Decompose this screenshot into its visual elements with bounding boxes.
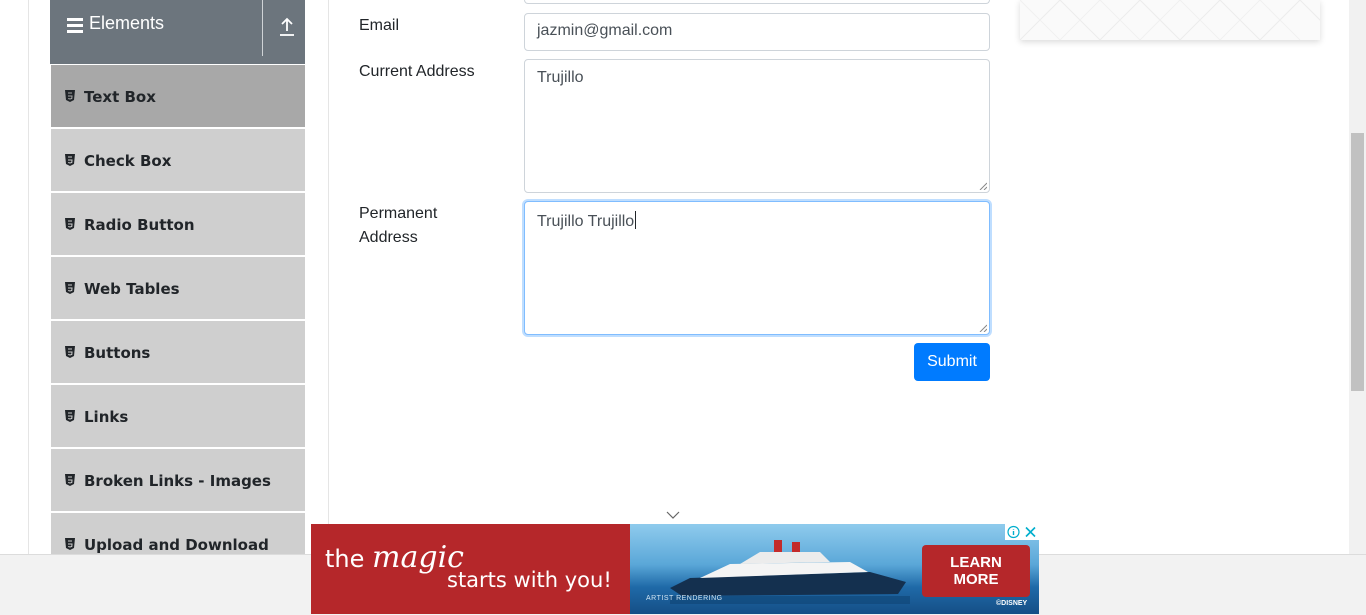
html5-icon	[65, 90, 75, 102]
html5-icon	[65, 154, 75, 166]
html5-icon	[65, 346, 75, 358]
email-field[interactable]: jazmin@gmail.com	[524, 13, 990, 51]
hamburger-icon	[67, 18, 83, 33]
sidebar-item-radio-button[interactable]: Radio Button	[51, 193, 305, 257]
sidebar-item-links[interactable]: Links	[51, 385, 305, 449]
ad-left-panel: the magic starts with you!	[311, 524, 630, 614]
sidebar-item-upload-download[interactable]: Upload and Download	[51, 513, 305, 554]
learn-more-line2: MORE	[953, 571, 999, 588]
email-label: Email	[359, 17, 400, 34]
elements-group-header[interactable]: Elements	[50, 0, 305, 65]
header-divider	[262, 0, 263, 56]
resize-grip-icon[interactable]	[979, 182, 987, 190]
sidebar-item-check-box[interactable]: Check Box	[51, 129, 305, 193]
current-address-value: Trujillo	[537, 69, 584, 86]
sidebar-item-label: Radio Button	[84, 216, 195, 234]
page-scrollbar[interactable]	[1349, 0, 1366, 554]
ad-headline-pre: the	[325, 545, 365, 573]
text-caret	[635, 211, 637, 229]
page-divider-left	[28, 0, 29, 554]
full-name-field-edge[interactable]	[524, 0, 990, 4]
ad-info-icon[interactable]	[1005, 524, 1022, 540]
submit-button[interactable]: Submit	[914, 343, 990, 381]
pattern-graphic	[1020, 0, 1320, 40]
ad-banner[interactable]: the magic starts with you! ARTIST RENDER…	[311, 524, 1039, 614]
ad-close-icon[interactable]	[1022, 524, 1039, 540]
permanent-address-label: Permanent Address	[359, 202, 437, 250]
learn-more-button[interactable]: LEARN MORE	[922, 545, 1030, 597]
content-divider	[328, 0, 329, 554]
sidebar-item-label: Text Box	[84, 88, 156, 106]
current-address-label: Current Address	[359, 63, 475, 80]
sidebar-item-label: Broken Links - Images	[84, 472, 271, 490]
scrollbar-thumb[interactable]	[1351, 133, 1364, 391]
sidebar-item-label: Web Tables	[84, 280, 180, 298]
sidebar-item-buttons[interactable]: Buttons	[51, 321, 305, 385]
upload-arrow-icon[interactable]	[278, 16, 296, 38]
ad-subline: starts with you!	[447, 568, 612, 592]
chevron-down-icon[interactable]	[666, 510, 680, 520]
sidebar-item-web-tables[interactable]: Web Tables	[51, 257, 305, 321]
html5-icon	[65, 282, 75, 294]
permanent-address-label-line1: Permanent	[359, 205, 438, 222]
permanent-address-value: Trujillo Trujillo	[537, 213, 635, 230]
html5-icon	[65, 218, 75, 230]
group-title: Elements	[89, 13, 165, 33]
sidebar-item-label: Check Box	[84, 152, 172, 170]
permanent-address-field[interactable]: Trujillo Trujillo	[524, 201, 990, 335]
ad-right-panel: ARTIST RENDERING LEARN MORE ©DISNEY	[630, 524, 1039, 614]
html5-icon	[65, 538, 75, 550]
ad-headline: the magic	[325, 540, 464, 575]
side-ad-card	[1020, 0, 1320, 40]
sidebar: Elements Text Box Check Box Radio Button…	[50, 0, 305, 554]
sidebar-item-label: Buttons	[84, 344, 151, 362]
permanent-address-label-line2: Address	[359, 229, 418, 246]
html5-icon	[65, 474, 75, 486]
sidebar-item-broken-links[interactable]: Broken Links - Images	[51, 449, 305, 513]
learn-more-line1: LEARN	[950, 554, 1002, 571]
ad-brand: ©DISNEY	[996, 600, 1028, 607]
html5-icon	[65, 410, 75, 422]
email-value: jazmin@gmail.com	[537, 22, 673, 39]
resize-grip-icon[interactable]	[979, 324, 987, 332]
ad-artist-note: ARTIST RENDERING	[646, 595, 723, 602]
sidebar-item-label: Upload and Download	[84, 536, 269, 554]
current-address-field[interactable]: Trujillo	[524, 59, 990, 193]
sidebar-item-text-box[interactable]: Text Box	[51, 65, 305, 129]
sidebar-item-label: Links	[84, 408, 129, 426]
